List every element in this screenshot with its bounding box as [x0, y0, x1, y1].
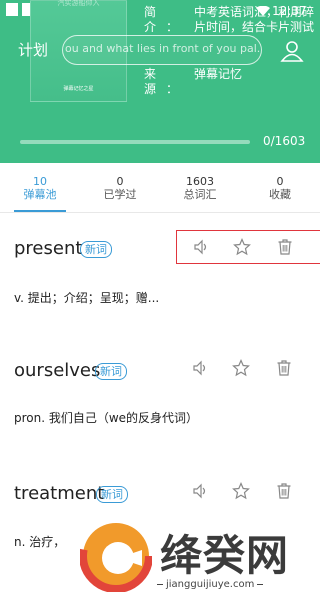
progress-bar [20, 140, 250, 144]
source-row: 来 源： 弹幕记忆 [144, 67, 242, 97]
word-text: present [14, 238, 83, 259]
new-word-badge: 新词 [96, 486, 128, 503]
word-definition: pron. 我们自己（we的反身代词） [14, 411, 199, 425]
plan-header: 汽实游船仰入 弹幕记忆之星 计划 ou and what lies in fro… [0, 0, 320, 163]
status-time: 12:37 [272, 4, 307, 18]
word-actions [176, 230, 320, 264]
new-word-badge: 新词 [95, 363, 127, 380]
tab-total-vocab[interactable]: 1603 总词汇 [160, 163, 240, 212]
watermark-url: jiangguijiuye.com [154, 576, 304, 592]
tab-count: 1603 [186, 175, 214, 188]
tab-label: 弹幕池 [23, 188, 57, 201]
word-definition: v. 提出；介绍；呈现；赠... [14, 291, 160, 305]
star-icon[interactable] [232, 359, 250, 377]
marquee-text: ou and what lies in front of you pal. [65, 42, 261, 55]
trash-icon[interactable] [275, 359, 293, 377]
word-text: ourselves [14, 360, 101, 381]
star-icon[interactable] [232, 482, 250, 500]
tab-favorites[interactable]: 0 收藏 [240, 163, 320, 212]
wifi-icon [256, 6, 270, 16]
stats-tabs: 10 弹幕池 0 已学过 1603 总词汇 0 收藏 [0, 163, 320, 213]
trash-icon[interactable] [276, 238, 294, 256]
trash-icon[interactable] [275, 482, 293, 500]
tab-count: 0 [116, 175, 124, 188]
tab-danmaku-pool[interactable]: 10 弹幕池 [0, 163, 80, 212]
tab-learned[interactable]: 0 已学过 [80, 163, 160, 212]
cover-top-text: 汽实游船仰入 [57, 0, 100, 7]
tab-label: 总词汇 [183, 188, 217, 201]
intro-row: 简 介： 中考英语词汇，利用碎片时间，结合卡片测试 [144, 5, 314, 35]
user-icon[interactable] [280, 40, 304, 62]
watermark-brand: 绛癸网 [160, 531, 290, 580]
pronounce-icon[interactable] [192, 238, 210, 256]
watermark-logo-icon [80, 520, 152, 592]
source-value: 弹幕记忆 [194, 67, 243, 81]
word-definition: n. 治疗， [14, 535, 66, 549]
tab-label: 收藏 [269, 188, 291, 201]
pronounce-icon[interactable] [191, 359, 209, 377]
progress-label: 0/1603 [263, 134, 306, 148]
new-word-badge: 新词 [80, 241, 112, 258]
watermark-url-text: jiangguijiuye.com [166, 578, 255, 590]
pronounce-icon[interactable] [191, 482, 209, 500]
tab-label: 已学过 [103, 188, 137, 201]
star-icon[interactable] [233, 238, 251, 256]
danmaku-marquee: ou and what lies in front of you pal. [62, 35, 262, 65]
page-title: 计划 [18, 41, 49, 59]
cover-bottom-text: 弹幕记忆之星 [63, 86, 94, 92]
word-text: treatment [14, 483, 105, 504]
word-actions [176, 352, 320, 386]
source-key: 来 源： [144, 67, 189, 96]
word-actions [176, 475, 320, 509]
tab-count: 0 [276, 175, 284, 188]
intro-key: 简 介： [144, 5, 189, 34]
tab-count: 10 [33, 175, 47, 188]
